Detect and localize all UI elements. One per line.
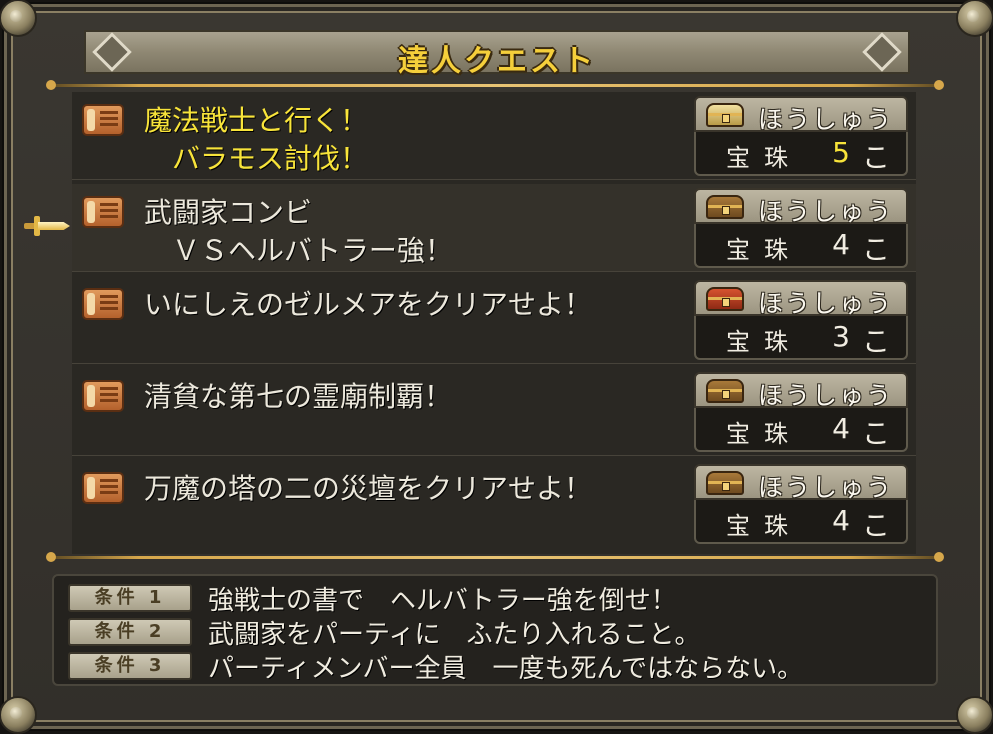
condition-badge: 条件 3 <box>68 652 192 680</box>
reward-detail: 宝珠 4 こ <box>694 500 908 544</box>
reward-header: ほうしゅう <box>694 372 908 410</box>
reward-unit: こ <box>861 417 890 450</box>
divider-bottom <box>46 552 944 562</box>
corner-ornament <box>0 696 37 734</box>
reward-count: 3 <box>832 320 850 353</box>
reward-label: ほうしゅう <box>758 473 894 502</box>
reward-detail: 宝珠 3 こ <box>694 316 908 360</box>
reward-unit: こ <box>861 233 890 266</box>
reward-unit: こ <box>861 509 890 542</box>
title-bar: 達人クエスト <box>84 30 910 79</box>
reward-detail: 宝珠 5 こ <box>694 132 908 176</box>
reward-detail: 宝珠 4 こ <box>694 224 908 268</box>
reward-detail: 宝珠 4 こ <box>694 408 908 452</box>
condition-row: 条件 3 パーティメンバー全員 一度も死んではならない。 <box>68 650 928 684</box>
reward-header: ほうしゅう <box>694 280 908 318</box>
quest-name: 万魔の塔の二の災壇をクリアせよ！ <box>144 472 593 505</box>
reward-label: ほうしゅう <box>758 289 894 318</box>
corner-ornament <box>0 0 37 37</box>
reward-box: ほうしゅう 宝珠 5 こ <box>694 96 908 176</box>
quest-name: 武闘家コンビ ＶＳヘルバトラー強！ <box>144 196 453 267</box>
chest-icon <box>706 195 744 219</box>
reward-item: 宝珠 <box>726 512 802 540</box>
scroll-icon <box>82 380 124 412</box>
quest-row[interactable]: いにしえのゼルメアをクリアせよ！ ほうしゅう 宝珠 3 こ <box>72 276 916 364</box>
quest-list: 魔法戦士と行く！ バラモス討伐！ ほうしゅう 宝珠 5 こ 武闘家コンビ ＶＳヘ… <box>72 92 916 554</box>
quest-row[interactable]: 万魔の塔の二の災壇をクリアせよ！ ほうしゅう 宝珠 4 こ <box>72 460 916 548</box>
scroll-icon <box>82 104 124 136</box>
condition-row: 条件 1 強戦士の書で ヘルバトラー強を倒せ！ <box>68 582 928 616</box>
reward-label: ほうしゅう <box>758 197 894 226</box>
chest-icon <box>706 471 744 495</box>
sword-cursor-icon <box>24 214 72 238</box>
red-chest-icon <box>706 287 744 311</box>
quest-row[interactable]: 清貧な第七の霊廟制覇！ ほうしゅう 宝珠 4 こ <box>72 368 916 456</box>
chest-icon <box>706 379 744 403</box>
reward-header: ほうしゅう <box>694 96 908 134</box>
reward-item: 宝珠 <box>726 328 802 356</box>
quest-name: いにしえのゼルメアをクリアせよ！ <box>144 288 593 321</box>
scroll-icon <box>82 472 124 504</box>
reward-count: 5 <box>832 136 850 169</box>
reward-item: 宝珠 <box>726 236 802 264</box>
condition-text: 武闘家をパーティに ふたり入れること。 <box>208 620 701 650</box>
reward-header: ほうしゅう <box>694 464 908 502</box>
reward-count: 4 <box>832 228 850 261</box>
reward-label: ほうしゅう <box>758 105 894 134</box>
reward-box: ほうしゅう 宝珠 4 こ <box>694 464 908 544</box>
scroll-icon <box>82 196 124 228</box>
corner-ornament <box>956 0 993 37</box>
quest-row[interactable]: 武闘家コンビ ＶＳヘルバトラー強！ ほうしゅう 宝珠 4 こ <box>72 184 916 272</box>
quest-row[interactable]: 魔法戦士と行く！ バラモス討伐！ ほうしゅう 宝珠 5 こ <box>72 92 916 180</box>
corner-ornament <box>956 696 993 734</box>
reward-box: ほうしゅう 宝珠 3 こ <box>694 280 908 360</box>
reward-box: ほうしゅう 宝珠 4 こ <box>694 372 908 452</box>
condition-row: 条件 2 武闘家をパーティに ふたり入れること。 <box>68 616 928 650</box>
quest-name: 清貧な第七の霊廟制覇！ <box>144 380 453 413</box>
divider-top <box>46 80 944 90</box>
condition-badge: 条件 2 <box>68 618 192 646</box>
reward-header: ほうしゅう <box>694 188 908 226</box>
condition-badge: 条件 1 <box>68 584 192 612</box>
reward-count: 4 <box>832 412 850 445</box>
gold-chest-icon <box>706 103 744 127</box>
condition-text: パーティメンバー全員 一度も死んではならない。 <box>208 654 804 684</box>
reward-unit: こ <box>861 325 890 358</box>
conditions-panel: 条件 1 強戦士の書で ヘルバトラー強を倒せ！ 条件 2 武闘家をパーティに ふ… <box>52 574 938 686</box>
page-title: 達人クエスト <box>398 44 596 79</box>
quest-name: 魔法戦士と行く！ バラモス討伐！ <box>144 104 369 175</box>
reward-unit: こ <box>861 141 890 174</box>
reward-item: 宝珠 <box>726 420 802 448</box>
condition-text: 強戦士の書で ヘルバトラー強を倒せ！ <box>208 586 677 616</box>
reward-count: 4 <box>832 504 850 537</box>
reward-box: ほうしゅう 宝珠 4 こ <box>694 188 908 268</box>
reward-item: 宝珠 <box>726 144 802 172</box>
scroll-icon <box>82 288 124 320</box>
reward-label: ほうしゅう <box>758 381 894 410</box>
